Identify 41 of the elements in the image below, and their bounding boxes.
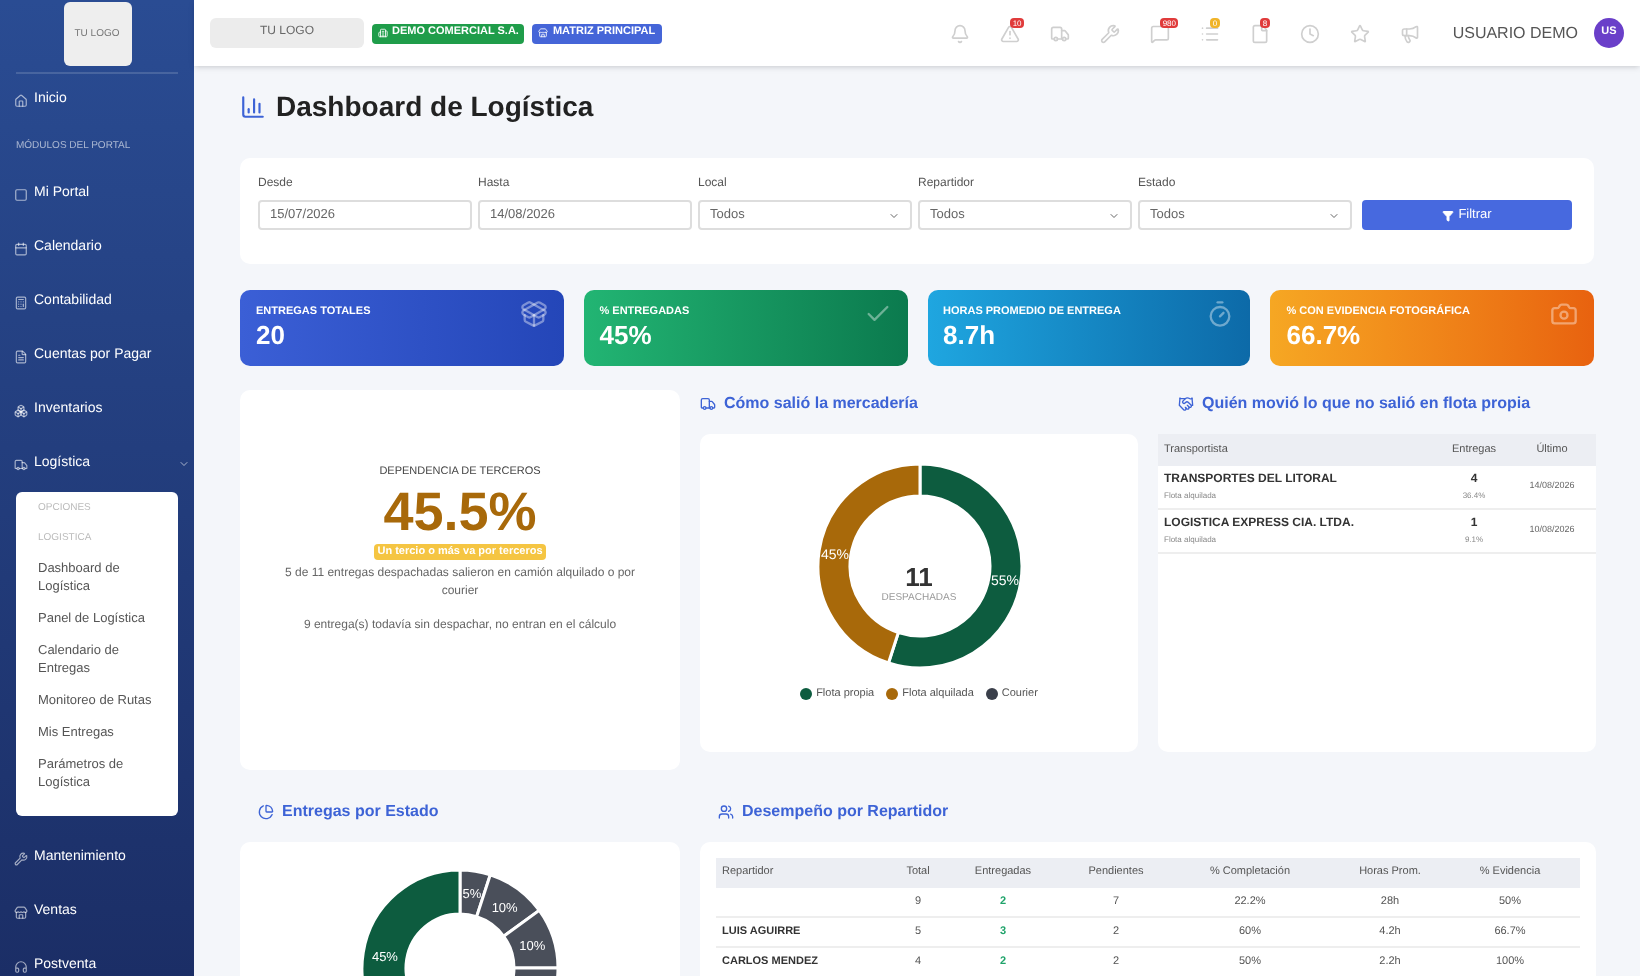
menu-icon xyxy=(14,851,28,865)
menu-icon xyxy=(14,457,28,471)
donut-center-value: 11 xyxy=(905,564,933,593)
section-title: Desempeño por Repartidor xyxy=(742,800,949,824)
users-icon xyxy=(718,804,734,820)
kpi-value: 20 xyxy=(256,320,285,351)
menu-icon xyxy=(14,94,28,108)
kpi-value: 8.7h xyxy=(943,320,996,351)
chevron-icon xyxy=(888,209,900,221)
truck-icon xyxy=(700,396,716,412)
menu-icon xyxy=(14,905,28,919)
section-title: Quién movió lo que no salió en flota propia xyxy=(1202,392,1531,416)
menu-icon xyxy=(14,187,28,201)
dependency-value: 45.5% xyxy=(383,480,537,544)
section-title: Entregas por Estado xyxy=(282,800,439,824)
toolbar-icon[interactable] xyxy=(1350,23,1371,43)
chart-icon xyxy=(240,93,266,119)
toolbar-icon[interactable] xyxy=(1300,23,1321,43)
kpi-icon xyxy=(1550,300,1578,328)
user-name[interactable]: USUARIO DEMO xyxy=(1452,21,1578,45)
toolbar-icon[interactable] xyxy=(1400,23,1421,43)
kpi-value: 45% xyxy=(599,320,652,351)
menu-icon xyxy=(14,403,28,417)
kpi-icon xyxy=(1206,300,1235,328)
handshake-icon xyxy=(1178,396,1194,412)
menu-icon xyxy=(14,241,28,255)
kpi-value: 66.7% xyxy=(1286,320,1361,351)
chevron-icon xyxy=(1328,209,1340,221)
menu-icon xyxy=(14,959,28,973)
menu-icon xyxy=(14,295,28,309)
toolbar-icon[interactable] xyxy=(1050,23,1071,43)
chevron-icon xyxy=(1108,209,1120,221)
pie-chart-icon xyxy=(258,804,274,820)
menu-icon xyxy=(14,349,28,363)
filter-icon xyxy=(1442,209,1455,221)
chevron-icon xyxy=(178,458,190,470)
toolbar-icon[interactable] xyxy=(950,23,971,43)
section-title: Cómo salió la mercadería xyxy=(724,392,918,416)
page-title: Dashboard de Logística xyxy=(276,87,594,126)
kpi-icon xyxy=(519,300,548,328)
toolbar-icon[interactable] xyxy=(1100,23,1121,43)
